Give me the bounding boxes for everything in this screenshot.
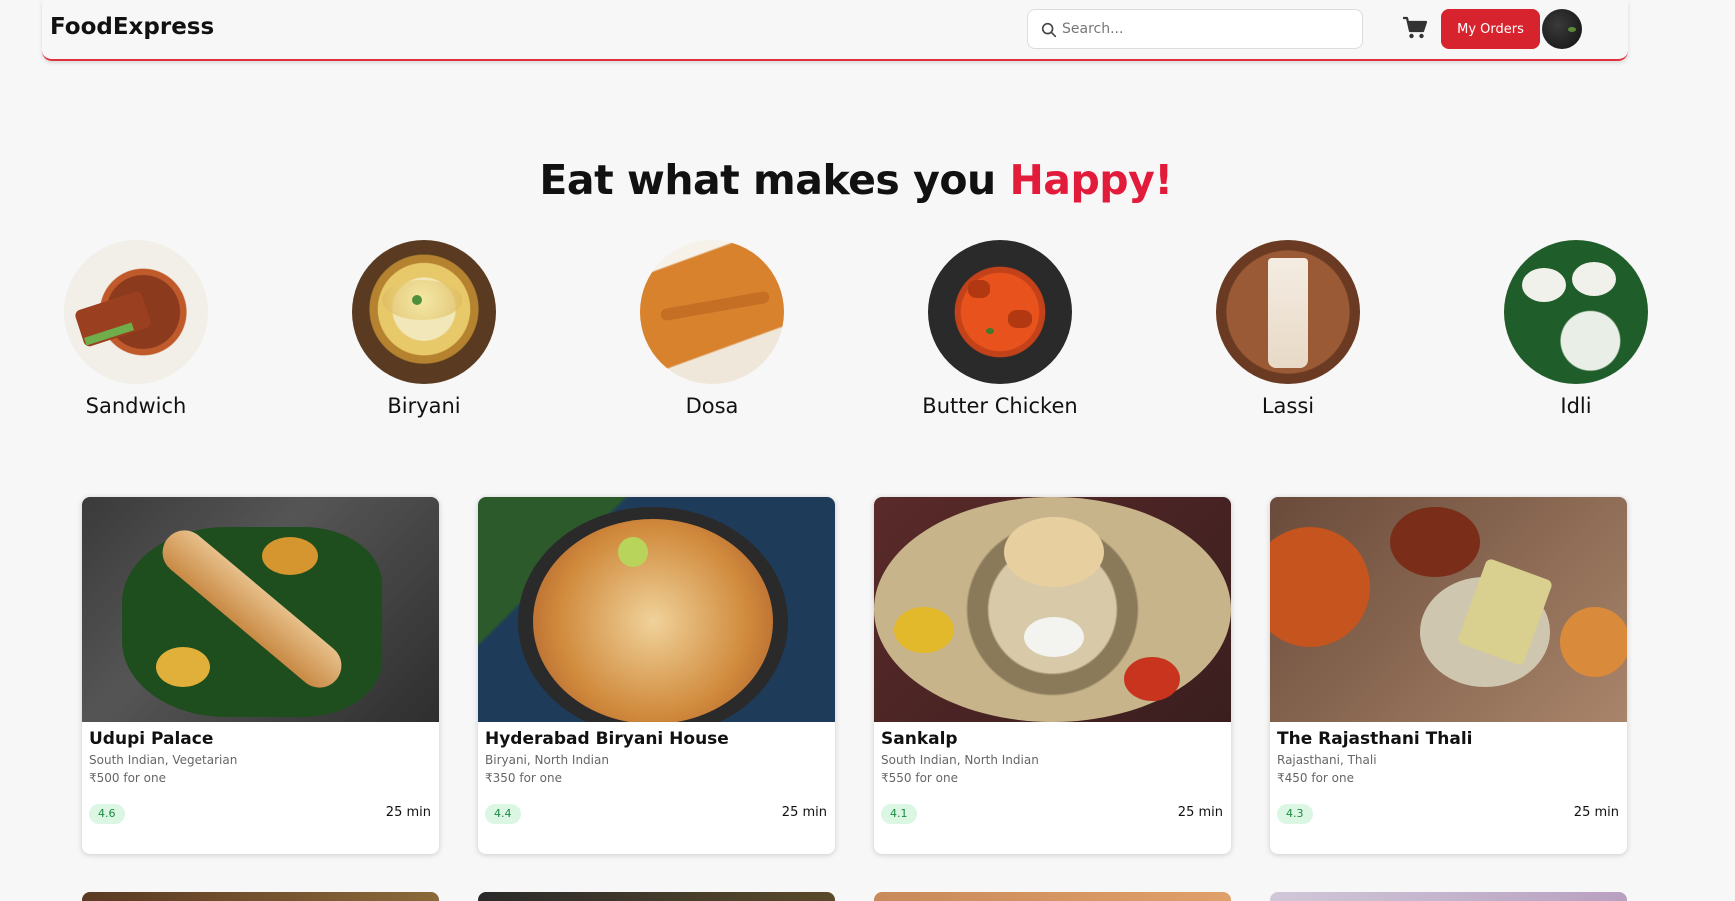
delivery-time: 25 min (385, 805, 431, 820)
restaurant-photo (1270, 497, 1627, 722)
category-lassi[interactable]: Lassi (1208, 240, 1368, 418)
restaurant-card-hyderabad-biryani-house[interactable]: Hyderabad Biryani House Biryani, North I… (478, 497, 835, 854)
search-box[interactable] (1027, 9, 1363, 49)
restaurant-name: Udupi Palace (89, 729, 214, 749)
restaurant-price: ₹450 for one (1277, 771, 1354, 785)
restaurant-photo (478, 497, 835, 722)
delivery-time: 25 min (1573, 805, 1619, 820)
search-icon (1041, 22, 1057, 38)
restaurant-price: ₹350 for one (485, 771, 562, 785)
category-label: Dosa (685, 394, 739, 418)
restaurant-name: Hyderabad Biryani House (485, 729, 729, 749)
navbar: FoodExpress My Orders (42, 0, 1628, 61)
restaurant-name: Sankalp (881, 729, 958, 749)
rating-badge: 4.1 (881, 804, 917, 824)
restaurant-card-peek (874, 892, 1231, 901)
category-label: Sandwich (85, 394, 187, 418)
rating-badge: 4.3 (1277, 804, 1313, 824)
category-biryani[interactable]: Biryani (344, 240, 504, 418)
restaurant-card-the-rajasthani-thali[interactable]: The Rajasthani Thali Rajasthani, Thali ₹… (1270, 497, 1627, 854)
restaurant-card-sankalp[interactable]: Sankalp South Indian, North Indian ₹550 … (874, 497, 1231, 854)
category-butter-chicken[interactable]: Butter Chicken (920, 240, 1080, 418)
delivery-time: 25 min (781, 805, 827, 820)
butter-chicken-image (928, 240, 1072, 384)
category-label: Biryani (387, 394, 461, 418)
cart-icon[interactable] (1402, 16, 1428, 40)
restaurant-photo (82, 497, 439, 722)
my-orders-button[interactable]: My Orders (1441, 9, 1540, 49)
hero-heading: Eat what makes you Happy! (0, 156, 1712, 204)
category-dosa[interactable]: Dosa (632, 240, 792, 418)
category-label: Butter Chicken (922, 394, 1078, 418)
restaurant-price: ₹550 for one (881, 771, 958, 785)
restaurant-name: The Rajasthani Thali (1277, 729, 1473, 749)
dosa-image (640, 240, 784, 384)
search-input[interactable] (1062, 10, 1352, 48)
restaurant-cuisine: Rajasthani, Thali (1277, 753, 1377, 767)
category-label: Idli (1560, 394, 1592, 418)
restaurant-card-peek (1270, 892, 1627, 901)
restaurant-card-peek (82, 892, 439, 901)
restaurant-cuisine: South Indian, Vegetarian (89, 753, 238, 767)
restaurant-cuisine: Biryani, North Indian (485, 753, 609, 767)
delivery-time: 25 min (1177, 805, 1223, 820)
rating-badge: 4.4 (485, 804, 521, 824)
rating-badge: 4.6 (89, 804, 125, 824)
category-sandwich[interactable]: Sandwich (56, 240, 216, 418)
lassi-image (1216, 240, 1360, 384)
restaurant-card-udupi-palace[interactable]: Udupi Palace South Indian, Vegetarian ₹5… (82, 497, 439, 854)
restaurant-photo (874, 497, 1231, 722)
restaurant-price: ₹500 for one (89, 771, 166, 785)
category-idli[interactable]: Idli (1496, 240, 1656, 418)
avatar[interactable] (1542, 9, 1582, 49)
hero-text: Eat what makes you (539, 156, 1010, 204)
restaurant-card-peek (478, 892, 835, 901)
idli-image (1504, 240, 1648, 384)
restaurant-cuisine: South Indian, North Indian (881, 753, 1039, 767)
category-label: Lassi (1261, 394, 1315, 418)
sandwich-image (64, 240, 208, 384)
brand-logo[interactable]: FoodExpress (50, 14, 214, 40)
hero-accent: Happy! (1009, 156, 1173, 204)
biryani-image (352, 240, 496, 384)
